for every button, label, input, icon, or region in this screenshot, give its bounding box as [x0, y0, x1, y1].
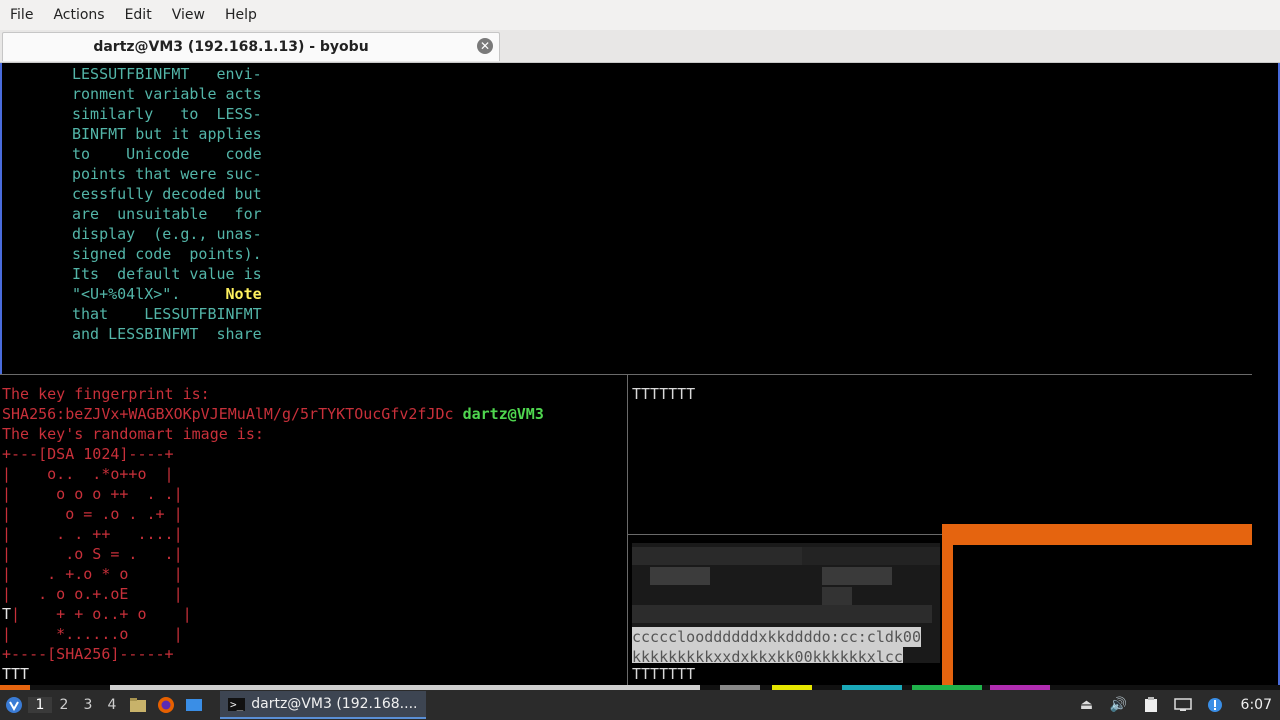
notification-icon[interactable] — [1205, 695, 1225, 715]
pane-divider-vertical[interactable] — [627, 375, 628, 685]
randomart-row: | . . ++ ....| — [2, 525, 183, 543]
menu-bar: File Actions Edit View Help — [0, 0, 1280, 30]
man-page-pane[interactable]: LESSUTFBINFMT envi- ronment variable act… — [0, 63, 1254, 374]
randomart-row: +---[DSA 1024]----+ — [2, 445, 174, 463]
randomart-row: | o o o ++ . .| — [2, 485, 183, 503]
randomart-row: | .o S = . .| — [2, 545, 183, 563]
menu-file[interactable]: File — [0, 7, 43, 23]
desktop-icon[interactable] — [184, 695, 204, 715]
tab-title: dartz@VM3 (192.168.1.13) - byobu — [93, 39, 369, 55]
taskbar-terminal-window[interactable]: >_ dartz@VM3 (192.168.... — [220, 691, 426, 719]
system-tray: ⏏ 🔊 6:07 — [1071, 695, 1280, 715]
menu-actions[interactable]: Actions — [43, 7, 114, 23]
terminal-tab[interactable]: dartz@VM3 (192.168.1.13) - byobu ✕ — [2, 32, 500, 61]
user-host: dartz@VM3 — [462, 405, 544, 423]
menu-help[interactable]: Help — [215, 7, 267, 23]
randomart-row: | o.. .*o++o | — [2, 465, 174, 483]
terminal-icon: >_ — [228, 697, 246, 711]
randomart-row: T| + + o..+ o | — [2, 605, 192, 623]
note-label: Note — [225, 285, 262, 303]
volume-icon[interactable]: 🔊 — [1109, 695, 1129, 715]
eject-icon[interactable]: ⏏ — [1077, 695, 1097, 715]
orange-frame-inner — [953, 545, 1252, 685]
fingerprint-value: SHA256:beZJVx+WAGBXOKpVJEMuAlM/g/5rTYKTO… — [2, 405, 454, 423]
pane-divider-horizontal[interactable] — [0, 374, 1252, 375]
clipboard-icon[interactable] — [1141, 695, 1161, 715]
randomart-row: +----[SHA256]-----+ — [2, 645, 174, 663]
workspace-4[interactable]: 4 — [100, 697, 124, 713]
menu-edit[interactable]: Edit — [115, 7, 162, 23]
workspace-1[interactable]: 1 — [28, 697, 52, 713]
fingerprint-line: SHA256:beZJVx+WAGBXOKpVJEMuAlM/g/5rTYKTO… — [2, 404, 622, 424]
pane-divider-right[interactable] — [628, 534, 942, 535]
right-pane-text: TTTTTTT — [632, 385, 696, 403]
ascii-art-pane[interactable]: ccccclooddddddxkkddddo:cc:cldk00 kkkkkkk… — [632, 543, 940, 663]
clock[interactable]: 6:07 — [1241, 697, 1272, 713]
terminal-output-last: TTT — [2, 665, 30, 683]
tab-bar: dartz@VM3 (192.168.1.13) - byobu ✕ — [0, 30, 1280, 63]
firefox-icon[interactable] — [156, 695, 176, 715]
randomart-heading: The key's randomart image is: — [2, 425, 264, 443]
taskbar: 1 2 3 4 >_ dartz@VM3 (192.168.... ⏏ 🔊 6:… — [0, 690, 1280, 720]
close-icon[interactable]: ✕ — [477, 38, 493, 54]
network-icon[interactable] — [1173, 695, 1193, 715]
workspace-3[interactable]: 3 — [76, 697, 100, 713]
ascii-art-row: ccccclooddddddxkkddddo:cc:cldk00 — [632, 627, 921, 647]
task-label: dartz@VM3 (192.168.... — [251, 696, 418, 712]
terminal-area[interactable]: LESSUTFBINFMT envi- ronment variable act… — [0, 63, 1280, 685]
workspace-2[interactable]: 2 — [52, 697, 76, 713]
ascii-art-row: kkkkkkkkkxxdxkkxkk00kkkkkkxlcc — [632, 647, 903, 663]
randomart-row: | o = .o . .+ | — [2, 505, 183, 523]
randomart-row: | *......o | — [2, 625, 183, 643]
ssh-keygen-pane[interactable]: The key fingerprint is: SHA256:beZJVx+WA… — [2, 384, 622, 684]
right-pane-bottom-text: TTTTTTT — [632, 665, 696, 683]
distro-logo-icon[interactable] — [4, 695, 24, 715]
randomart-row: | . o o.+.oE | — [2, 585, 183, 603]
fingerprint-heading: The key fingerprint is: — [2, 385, 210, 403]
man-page-text: LESSUTFBINFMT envi- ronment variable act… — [72, 65, 262, 343]
randomart-row: | . +.o * o | — [2, 565, 183, 583]
menu-view[interactable]: View — [162, 7, 215, 23]
file-manager-icon[interactable] — [128, 695, 148, 715]
